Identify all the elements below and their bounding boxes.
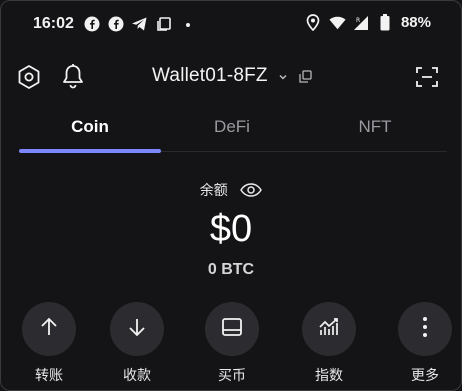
action-label: 更多 bbox=[411, 367, 439, 383]
action-label: 转账 bbox=[35, 367, 63, 383]
battery-icon bbox=[377, 14, 394, 31]
battery-percent: 88% bbox=[400, 14, 431, 31]
tab-nft[interactable]: NFT bbox=[303, 109, 447, 149]
scan-icon[interactable] bbox=[415, 65, 439, 89]
status-system-icons: R 88% bbox=[305, 14, 431, 31]
location-icon bbox=[305, 14, 322, 31]
more-vertical-icon bbox=[421, 315, 429, 344]
action-label: 指数 bbox=[315, 367, 343, 383]
balance-btc: 0 BTC bbox=[207, 261, 255, 278]
action-transfer[interactable]: 转账 bbox=[19, 302, 79, 385]
action-label: 收款 bbox=[123, 367, 151, 383]
action-receive[interactable]: 收款 bbox=[107, 302, 167, 385]
wifi-icon bbox=[329, 14, 346, 31]
chevron-down-icon[interactable] bbox=[277, 70, 289, 82]
dot-icon bbox=[179, 15, 196, 32]
tab-defi[interactable]: DeFi bbox=[161, 109, 303, 149]
balance-label: 余额 bbox=[199, 182, 228, 198]
action-buy[interactable]: 买币 bbox=[202, 302, 262, 385]
action-index[interactable]: 指数 bbox=[299, 302, 359, 385]
index-button[interactable] bbox=[302, 302, 356, 356]
arrow-up-icon bbox=[38, 316, 60, 343]
app-frame: 16:02 R 88% Wallet01-8FZ Coin DeFi NFT 余… bbox=[0, 0, 462, 391]
status-bar: 16:02 R 88% bbox=[1, 1, 461, 47]
wallet-header: Wallet01-8FZ bbox=[1, 57, 461, 97]
card-icon bbox=[220, 316, 244, 343]
more-button[interactable] bbox=[398, 302, 452, 356]
signal-icon: R bbox=[353, 14, 370, 31]
chart-icon bbox=[317, 316, 341, 343]
telegram-icon bbox=[131, 15, 148, 32]
settings-hexagon-icon[interactable] bbox=[16, 64, 42, 90]
facebook-icon bbox=[107, 15, 124, 32]
action-more[interactable]: 更多 bbox=[395, 302, 455, 385]
tab-coin[interactable]: Coin bbox=[19, 109, 161, 149]
wallet-name-selector[interactable]: Wallet01-8FZ bbox=[152, 65, 268, 87]
arrow-down-icon bbox=[126, 316, 148, 343]
transfer-button[interactable] bbox=[22, 302, 76, 356]
status-notification-icons bbox=[83, 15, 196, 32]
copy-icon bbox=[155, 15, 172, 32]
active-tab-indicator bbox=[19, 149, 161, 153]
asset-tabs: Coin DeFi NFT bbox=[19, 109, 447, 153]
eye-icon[interactable] bbox=[240, 183, 263, 197]
balance-label-row: 余额 bbox=[1, 180, 461, 200]
svg-text:R: R bbox=[356, 17, 360, 24]
balance-value: $0 bbox=[209, 208, 253, 250]
status-time: 16:02 bbox=[33, 15, 74, 32]
action-label: 买币 bbox=[218, 367, 246, 383]
bell-icon[interactable] bbox=[61, 63, 85, 89]
buy-button[interactable] bbox=[205, 302, 259, 356]
quick-actions: 转账 收款 买币 指数 更多 bbox=[1, 302, 461, 390]
copy-address-icon[interactable] bbox=[299, 70, 312, 83]
facebook-icon bbox=[83, 15, 100, 32]
receive-button[interactable] bbox=[110, 302, 164, 356]
